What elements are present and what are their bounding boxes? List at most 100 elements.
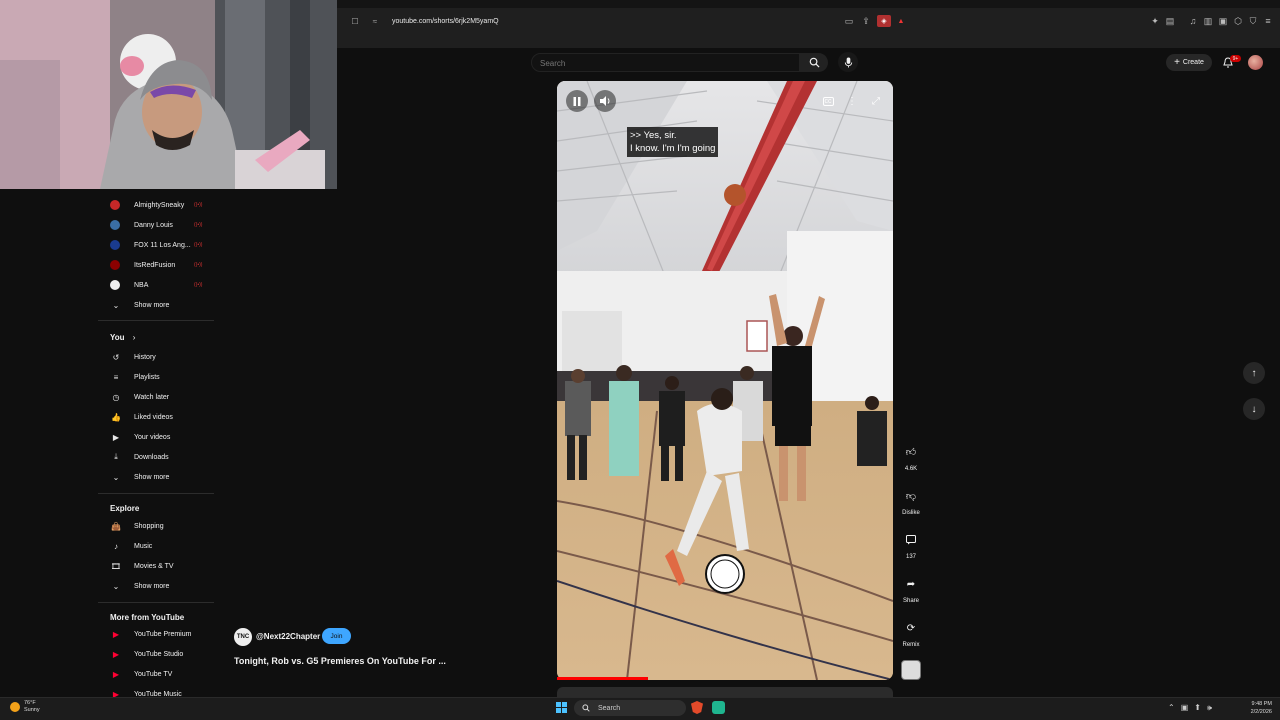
notification-badge: 9+ [1230,55,1241,62]
microphone-icon [844,56,852,68]
share-arrow-icon[interactable]: ➦ [900,573,922,595]
fullscreen-button[interactable]: ⤢ [865,90,887,112]
sidebar-item-music[interactable]: ♪ Music [110,537,152,555]
more-vert-icon: ⋮ [847,95,857,107]
sidebar-item-label: History [134,353,156,361]
like-action[interactable]: 👍︎ 4.6K [898,441,924,472]
sidebar-toggle-icon[interactable]: ▤ [1164,15,1176,27]
sound-thumbnail[interactable] [901,660,921,680]
search-icon [582,704,590,712]
live-indicator-icon: ((•)) [194,282,203,288]
menu-icon[interactable]: ≡ [1262,15,1274,27]
sidebar-item-label: Playlists [134,373,160,381]
voice-search-button[interactable] [838,52,858,72]
short-video-player[interactable] [557,81,893,680]
pause-icon [573,96,581,106]
taskbar-search-label: Search [598,704,621,712]
live-indicator-icon: ((•)) [194,202,203,208]
vpn-icon[interactable]: ⛉ [1247,15,1259,27]
sidebar-item-your-videos[interactable]: ▶ Your videos [110,428,170,446]
comments-action[interactable]: 137 [898,529,924,560]
brave-shield-icon[interactable]: ◈ [877,15,891,27]
sidebar-item-shopping[interactable]: 👜 Shopping [110,517,164,535]
video-title[interactable]: Tonight, Rob vs. G5 Premieres On YouTube… [234,656,446,666]
sidebar-item-history[interactable]: ↺ History [110,348,156,366]
remix-action[interactable]: ⟳ Remix [898,617,924,649]
weather-widget[interactable]: 76°F Sunny [10,700,40,714]
system-clock[interactable]: 9:48 PM 2/2/2026 [1240,700,1272,716]
arrow-down-icon: ↓ [1251,403,1257,415]
taskbar-search[interactable]: Search [574,700,686,716]
you-show-more[interactable]: ⌄ Show more [110,468,170,486]
comment-icon[interactable] [900,529,922,551]
subscriptions-show-more[interactable]: ⌄ Show more [110,296,170,314]
webcam-scene [0,0,337,189]
more-from-youtube-item[interactable]: ▶ YouTube Studio [110,645,183,663]
more-from-youtube-item[interactable]: ▶ YouTube TV [110,665,172,683]
divider [98,602,214,603]
wallet-icon[interactable]: ⬡ [1232,15,1244,27]
search-input[interactable]: Search [531,53,800,72]
system-tray-icons[interactable]: ⌃▣⬆🕪 [1168,703,1218,713]
subscription-item[interactable]: FOX 11 Los Ang... ((•)) [110,236,202,254]
cast-icon[interactable]: ▭ [843,15,855,27]
share-action[interactable]: ➦ Share [898,573,924,605]
thumbs-down-icon[interactable]: 👎︎ [900,485,922,507]
extensions-icon[interactable]: ✦ [1149,15,1161,27]
film-icon: 🎞 [110,561,122,571]
share-page-icon[interactable]: ⇪ [860,15,872,27]
sidebar-item-playlists[interactable]: ≡ Playlists [110,368,160,386]
brave-rewards-icon[interactable]: ▲ [894,15,908,27]
video-progress-bar[interactable] [557,677,648,680]
sidebar-item-label: YouTube Studio [134,650,184,658]
you-heading[interactable]: You › [110,333,135,342]
site-info-icon[interactable]: ≈ [370,17,380,27]
volume-icon [599,96,609,106]
subscription-item[interactable]: ItsRedFusion ((•)) [110,256,202,274]
taskbar-app-icon[interactable] [712,701,725,714]
channel-handle[interactable]: @Next22Chapter [256,632,320,641]
sidebar-item-downloads[interactable]: ⤓ Downloads [110,448,168,466]
more-from-youtube-item[interactable]: ▶ YouTube Premium [110,625,192,643]
more-options-button[interactable]: ⋮ [841,90,863,112]
create-button[interactable]: + Create [1166,54,1212,71]
next-short-button[interactable]: ↓ [1243,398,1265,420]
start-button[interactable] [556,702,567,713]
previous-short-button[interactable]: ↑ [1243,362,1265,384]
subscription-label: FOX 11 Los Ang... [134,241,191,249]
subscription-label: NBA [134,281,149,289]
subscription-item[interactable]: Danny Louis ((•)) [110,216,202,234]
chevron-down-icon: ⌄ [112,472,120,482]
volume-button[interactable] [594,90,616,112]
channel-avatar-icon [110,280,120,290]
join-button[interactable]: Join [322,628,351,644]
account-avatar[interactable] [1248,55,1263,70]
subscription-label: Danny Louis [134,221,173,229]
dislike-action[interactable]: 👎︎ Dislike [898,485,924,516]
search-icon [809,57,820,68]
bookmark-icon[interactable]: ☐ [350,17,360,27]
channel-avatar[interactable]: TNC [234,628,252,646]
explore-show-more[interactable]: ⌄ Show more [110,577,170,595]
media-icon[interactable]: ♫ [1187,15,1199,27]
sun-icon [10,702,20,712]
reading-list-icon[interactable]: ▥ [1202,15,1214,27]
search-button[interactable] [800,53,828,72]
subscription-item[interactable]: AlmightySneaky ((•)) [110,196,202,214]
arrow-up-icon: ↑ [1251,367,1257,379]
video-caption: >> Yes, sir. I know. I'm I'm going [627,127,719,157]
captions-button[interactable]: cc [817,90,839,112]
pause-button[interactable] [566,90,588,112]
sidebar-item-liked-videos[interactable]: 👍 Liked videos [110,408,173,426]
remix-icon[interactable]: ⟳ [900,617,922,639]
sidebar-item-movies-tv[interactable]: 🎞 Movies & TV [110,557,174,575]
channel-avatar-icon [110,260,120,270]
url-text: youtube.com/shorts/6rjk2M5yamQ [392,18,499,25]
thumbs-up-icon[interactable]: 👍︎ [900,441,922,463]
screenshot-icon[interactable]: ▣ [1217,15,1229,27]
subscription-item[interactable]: NBA ((•)) [110,276,202,294]
subscription-label: AlmightySneaky [134,201,185,209]
youtube-logo-icon: ▶ [112,669,120,679]
sidebar-item-watch-later[interactable]: ◷ Watch later [110,388,170,406]
address-bar[interactable]: ☐ ≈ youtube.com/shorts/6rjk2M5yamQ [350,13,910,30]
